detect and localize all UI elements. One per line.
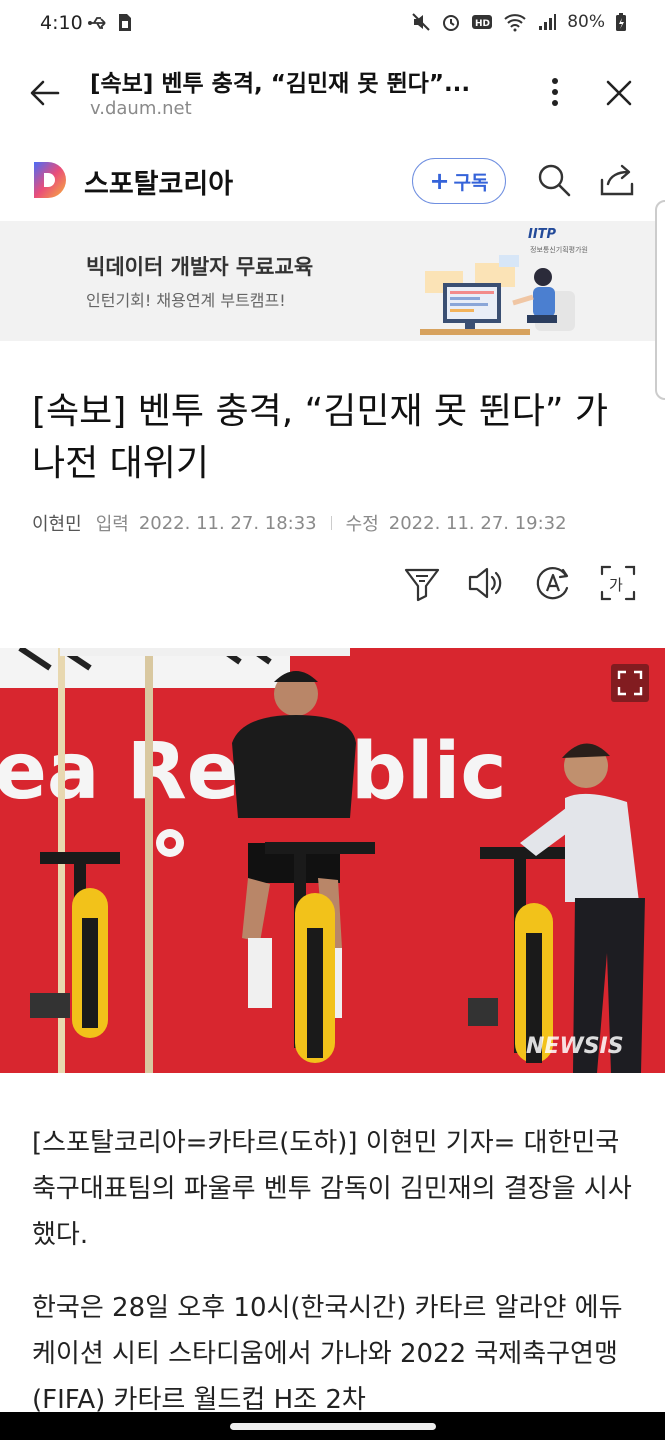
page-title: [속보] 벤투 충격, “김민재 못 뛴다”... bbox=[90, 71, 471, 97]
text-scan-icon[interactable]: 가 bbox=[598, 562, 638, 604]
article-headline: [속보] 벤투 충격, “김민재 못 뛴다” 가나전 대위기 bbox=[32, 391, 609, 484]
wifi-icon bbox=[504, 14, 526, 32]
browser-header: [속보] 벤투 충격, “김민재 못 뛴다”... v.daum.net bbox=[0, 50, 665, 138]
article-paragraph: 한국은 28일 오후 10시(한국시간) 카타르 알라얀 에듀케이션 시티 스타… bbox=[32, 1293, 623, 1415]
input-time: 2022. 11. 27. 18:33 bbox=[138, 512, 317, 534]
share-icon[interactable] bbox=[598, 162, 636, 198]
home-gesture-handle[interactable] bbox=[230, 1423, 436, 1430]
usb-icon bbox=[88, 16, 106, 29]
arrow-left-icon[interactable] bbox=[28, 76, 62, 110]
ad-logo: IITP bbox=[528, 227, 557, 242]
status-left-icons bbox=[88, 13, 132, 32]
font-size-icon[interactable] bbox=[533, 562, 573, 604]
subscribe-button[interactable]: + 구독 bbox=[412, 158, 506, 204]
sim-icon bbox=[119, 14, 131, 31]
channel-name[interactable]: 스포탈코리아 bbox=[84, 162, 233, 201]
byline: 이현민 입력 2022. 11. 27. 18:33 수정 2022. 11. … bbox=[32, 510, 567, 536]
summary-filter-icon[interactable] bbox=[402, 562, 442, 604]
search-icon[interactable] bbox=[536, 162, 572, 198]
battery-icon bbox=[616, 13, 626, 31]
alarm-icon bbox=[443, 15, 460, 31]
plus-icon: + bbox=[429, 167, 450, 195]
edit-label: 수정 bbox=[345, 514, 379, 535]
svg-text:가: 가 bbox=[609, 576, 623, 594]
svg-text:HD: HD bbox=[475, 19, 490, 29]
status-time: 4:10 bbox=[40, 12, 83, 34]
channel-row: 스포탈코리아 + 구독 bbox=[0, 140, 665, 222]
system-nav-bar bbox=[0, 1412, 665, 1440]
article-photo[interactable]: ea Republic bbox=[0, 648, 665, 1073]
battery-percent: 80% bbox=[567, 12, 605, 32]
speaker-icon[interactable] bbox=[466, 562, 506, 604]
page-domain: v.daum.net bbox=[90, 98, 192, 119]
article-paragraph: [스포탈코리아=카타르(도하)] 이현민 기자= 대한민국 축구대표팀의 파울루… bbox=[32, 1128, 632, 1250]
subscribe-label: 구독 bbox=[453, 171, 489, 194]
close-icon[interactable] bbox=[602, 76, 636, 110]
input-label: 입력 bbox=[95, 514, 129, 535]
edge-panel-handle[interactable] bbox=[655, 200, 665, 400]
ad-subtitle: 인턴기회! 채용연계 부트캠프! bbox=[86, 291, 286, 310]
ad-banner[interactable]: 빅데이터 개발자 무료교육 인턴기회! 채용연계 부트캠프! IITP 정보통신… bbox=[0, 221, 665, 341]
ad-title: 빅데이터 개발자 무료교육 bbox=[86, 255, 314, 279]
photo-credit: NEWSIS bbox=[526, 1034, 624, 1059]
mute-icon bbox=[412, 13, 430, 31]
hd-icon: HD bbox=[472, 15, 493, 29]
photo-scene: ea Republic bbox=[0, 648, 665, 1073]
edit-time: 2022. 11. 27. 19:32 bbox=[388, 512, 567, 534]
byline-divider bbox=[330, 516, 332, 530]
author-name[interactable]: 이현민 bbox=[32, 510, 82, 536]
daum-logo-icon[interactable] bbox=[32, 160, 68, 200]
status-bar: 4:10 HD 80% bbox=[0, 0, 665, 50]
fullscreen-icon[interactable] bbox=[611, 664, 649, 702]
status-right-icons: HD 80% bbox=[411, 12, 627, 32]
article-tools: 가 bbox=[0, 562, 665, 608]
ad-illustration bbox=[420, 255, 575, 335]
more-vertical-icon[interactable] bbox=[540, 74, 570, 110]
signal-icon bbox=[539, 14, 557, 30]
